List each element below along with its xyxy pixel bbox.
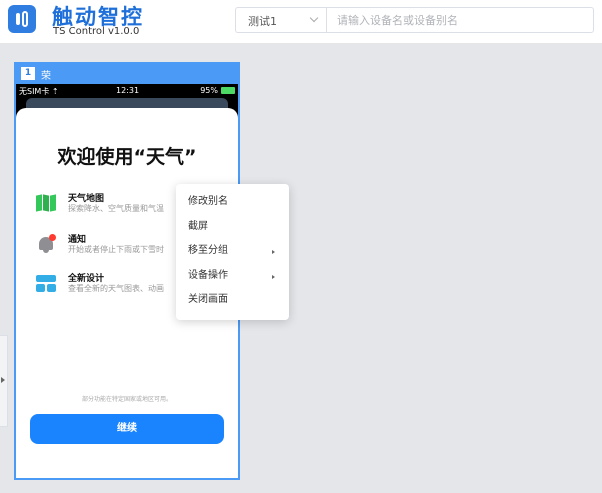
availability-footnote: 部分功能在特定国家或地区可用。 — [81, 396, 172, 403]
menu-item-close-screen[interactable]: 关闭画面 — [176, 288, 289, 313]
menu-item-label: 移至分组 — [188, 245, 228, 256]
battery-text: 95% — [200, 86, 218, 95]
clock-text: 12:31 — [116, 86, 140, 95]
menu-item-label: 关闭画面 — [188, 294, 228, 305]
menu-item-rename[interactable]: 修改别名 — [176, 190, 289, 215]
app-logo-icon — [8, 5, 36, 33]
app-version: TS Control v1.0.0 — [53, 26, 140, 37]
layout-icon — [36, 273, 56, 293]
menu-item-move-to-group[interactable]: 移至分组 — [176, 239, 289, 264]
menu-item-device-actions[interactable]: 设备操作 — [176, 264, 289, 289]
menu-item-label: 截屏 — [188, 220, 208, 232]
chevron-down-icon — [309, 13, 319, 23]
device-name: 荣 — [41, 71, 51, 82]
battery-icon — [221, 87, 235, 94]
continue-button[interactable]: 继续 — [30, 414, 224, 444]
device-search-input[interactable] — [326, 7, 594, 33]
menu-item-label: 设备操作 — [188, 269, 228, 281]
chevron-right-icon — [1, 377, 5, 383]
menu-item-label: 修改别名 — [188, 196, 228, 207]
submenu-arrow-icon — [272, 274, 275, 279]
app-header: 触动智控 TS Control v1.0.0 测试1 — [0, 0, 602, 44]
group-select[interactable]: 测试1 — [235, 7, 326, 33]
group-select-value: 测试1 — [248, 15, 277, 28]
submenu-arrow-icon — [272, 250, 275, 254]
device-context-menu: 修改别名 截屏 移至分组 设备操作 关闭画面 — [176, 184, 289, 320]
device-index-badge: 1 — [21, 67, 35, 80]
map-icon — [36, 193, 56, 213]
feature-desc: 探索降水、空气质量和气温 — [68, 204, 164, 213]
sidebar-collapse-handle[interactable] — [0, 335, 8, 427]
phone-status-bar: 无SIM卡 ⇡ 12:31 95% — [16, 84, 238, 98]
feature-desc: 开始或者停止下雨或下雪时 — [68, 245, 164, 254]
welcome-title: 欢迎使用“天气” — [57, 146, 197, 168]
menu-item-screenshot[interactable]: 截屏 — [176, 215, 289, 240]
carrier-text: 无SIM卡 ⇡ — [19, 87, 59, 96]
bell-icon — [36, 234, 56, 254]
device-card-header: 1 荣 — [16, 64, 238, 84]
feature-desc: 查看全新的天气图表、动画 — [68, 284, 164, 293]
